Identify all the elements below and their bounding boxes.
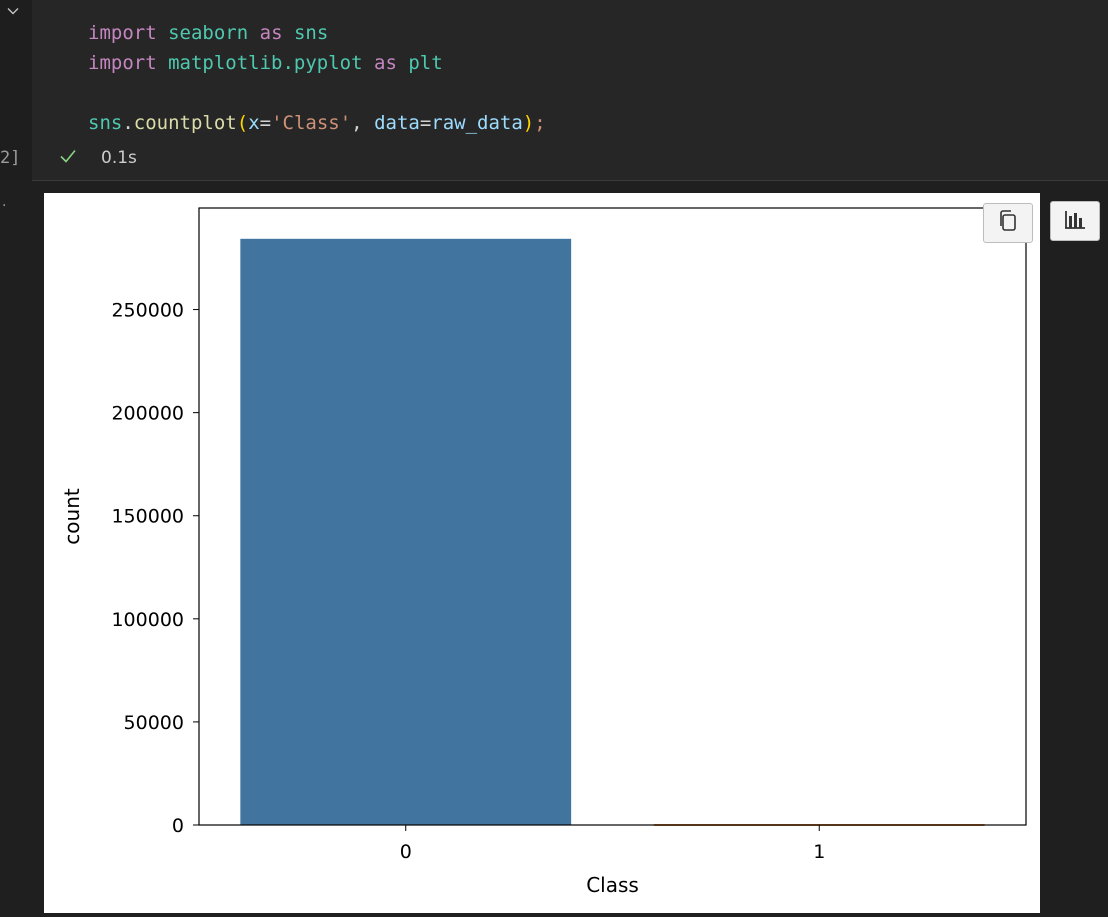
code-token: plt [408, 52, 443, 74]
code-token: sns [88, 112, 123, 134]
chart-view-button[interactable] [1050, 201, 1100, 241]
bar-chart-icon [1063, 208, 1087, 234]
x-axis-label: Class [586, 873, 639, 897]
code-token: seaborn [168, 22, 249, 44]
code-token: sns [293, 22, 329, 44]
output-marker: . [2, 194, 7, 210]
y-tick-label: 150000 [111, 506, 184, 528]
code-line: sns.countplot(x='Class', data=raw_data); [88, 108, 546, 138]
code-token: x [248, 112, 260, 134]
code-token: as [259, 22, 283, 44]
code-cell[interactable]: import seaborn as sns import matplotlib.p… [0, 0, 1108, 181]
code-line: import seaborn as sns [88, 18, 546, 48]
copy-button[interactable] [983, 203, 1033, 243]
x-tick-label: 0 [400, 841, 412, 863]
y-tick-label: 50000 [124, 712, 184, 734]
code-token: , [351, 112, 375, 134]
y-tick-label: 200000 [111, 403, 184, 425]
copy-icon [996, 208, 1020, 238]
code-token: as [374, 52, 397, 74]
code-token: 'Class' [271, 112, 352, 134]
code-token: raw_data [431, 112, 523, 134]
code-token: import [88, 22, 157, 44]
code-token: ) [522, 112, 535, 134]
chevron-down-icon[interactable] [6, 4, 26, 24]
bar-class-0 [240, 238, 572, 825]
y-tick-label: 0 [172, 815, 184, 837]
y-tick-label: 250000 [111, 300, 184, 322]
execution-time: 0.1s [101, 148, 137, 168]
code-token: import [88, 52, 157, 74]
x-tick-label: 1 [813, 841, 825, 863]
cell-output: 0 50000 100000 150000 200000 250000 0 1 Class cou… [44, 193, 1040, 913]
code-token: matplotlib.pyplot [168, 52, 363, 74]
y-tick-label: 100000 [111, 609, 184, 631]
code-token: data [374, 112, 420, 134]
countplot-chart: 0 50000 100000 150000 200000 250000 0 1 Class cou… [60, 207, 1027, 897]
y-axis-label: count [60, 488, 84, 545]
check-icon [58, 146, 78, 171]
code-line: import matplotlib.pyplot as plt [88, 48, 546, 78]
code-token: ; [534, 112, 546, 134]
execution-count: 2] [0, 148, 21, 168]
code-token: . [122, 112, 134, 134]
code-token: countplot [133, 112, 237, 134]
code-token: = [419, 112, 432, 134]
code-token: ( [236, 112, 249, 134]
code-token: = [259, 112, 272, 134]
code-block[interactable]: import seaborn as sns import matplotlib.p… [88, 18, 546, 138]
